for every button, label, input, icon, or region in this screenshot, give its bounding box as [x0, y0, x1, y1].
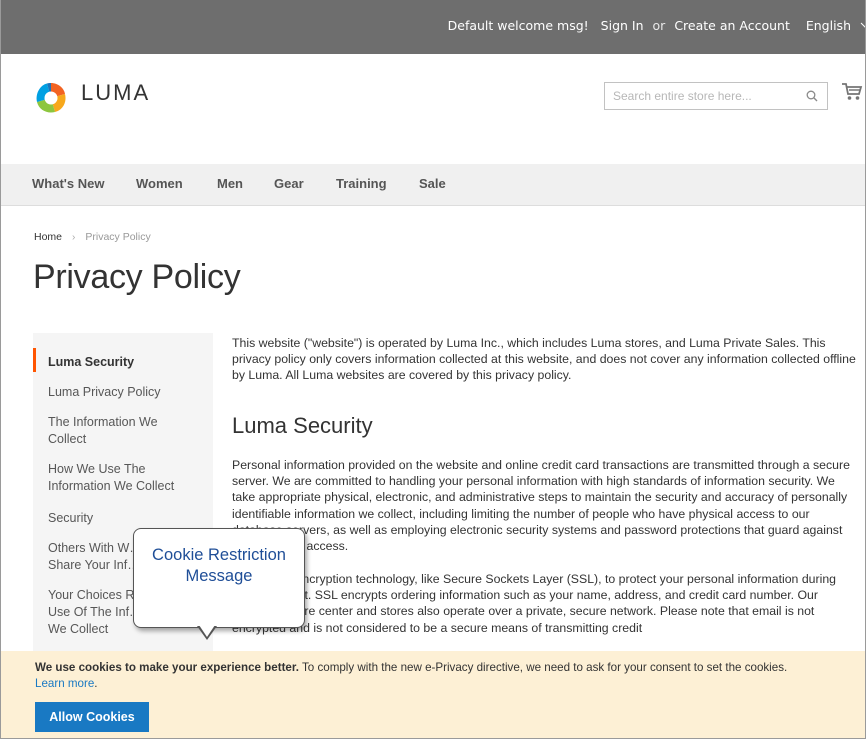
- chevron-right-icon: ›: [72, 231, 76, 243]
- nav-item-sale[interactable]: Sale: [419, 176, 446, 191]
- breadcrumb-current: Privacy Policy: [85, 231, 151, 243]
- cookie-notice: We use cookies to make your experience b…: [1, 651, 865, 738]
- chevron-down-icon: [860, 18, 865, 29]
- sign-in-link[interactable]: Sign In: [601, 18, 644, 33]
- search-box: [604, 82, 828, 110]
- sidebar-item-security[interactable]: Security: [48, 510, 208, 527]
- top-links: Default welcome msg! Sign In or Create a…: [439, 18, 865, 33]
- sidebar-item-how-we-use[interactable]: How We Use The Information We Collect: [48, 461, 198, 495]
- welcome-message: Default welcome msg!: [447, 18, 589, 33]
- cookie-message-text: To comply with the new e-Privacy directi…: [298, 661, 788, 674]
- language-label: English: [805, 18, 851, 33]
- search-input[interactable]: [605, 83, 785, 109]
- learn-more-period: .: [94, 677, 98, 690]
- cart-icon[interactable]: [841, 82, 863, 102]
- logo-text[interactable]: LUMA: [81, 80, 150, 106]
- breadcrumb-home[interactable]: Home: [34, 231, 62, 243]
- encryption-paragraph: Luma uses encryption technology, like Se…: [232, 572, 837, 635]
- callout-box: Cookie Restriction Message: [133, 528, 305, 628]
- intro-paragraph: This website ("website") is operated by …: [232, 336, 856, 383]
- allow-cookies-button[interactable]: Allow Cookies: [35, 702, 149, 732]
- language-switcher[interactable]: English: [805, 18, 865, 33]
- create-account-link[interactable]: Create an Account: [674, 18, 790, 33]
- main-navigation: What's New Women Men Gear Training Sale: [1, 164, 865, 206]
- nav-item-gear[interactable]: Gear: [274, 176, 304, 191]
- sidebar-item-information-we-collect[interactable]: The Information We Collect: [48, 414, 188, 448]
- nav-item-men[interactable]: Men: [217, 176, 243, 191]
- page-title: Privacy Policy: [33, 258, 241, 296]
- page-frame: Default welcome msg! Sign In or Create a…: [0, 0, 866, 739]
- cookie-message-bold: We use cookies to make your experience b…: [35, 661, 299, 674]
- sidebar-item-luma-privacy-policy[interactable]: Luma Privacy Policy: [48, 384, 208, 401]
- learn-more-link[interactable]: Learn more: [35, 677, 94, 690]
- callout-text: Cookie Restriction Message: [152, 546, 286, 585]
- nav-item-training[interactable]: Training: [336, 176, 387, 191]
- cookie-message: We use cookies to make your experience b…: [35, 660, 855, 692]
- search-icon[interactable]: [806, 90, 818, 102]
- breadcrumb: Home › Privacy Policy: [34, 231, 151, 243]
- nav-item-whats-new[interactable]: What's New: [32, 176, 104, 191]
- or-text: or: [652, 18, 666, 33]
- section-title: Luma Security: [232, 413, 373, 438]
- security-paragraph: Personal information provided on the web…: [232, 458, 850, 554]
- callout-pointer-fill: [199, 625, 215, 637]
- sidebar-item-luma-security[interactable]: Luma Security: [48, 354, 208, 371]
- nav-item-women[interactable]: Women: [136, 176, 183, 191]
- top-panel: Default welcome msg! Sign In or Create a…: [1, 0, 865, 54]
- luma-logo-icon[interactable]: [34, 81, 68, 115]
- active-indicator: [33, 348, 36, 372]
